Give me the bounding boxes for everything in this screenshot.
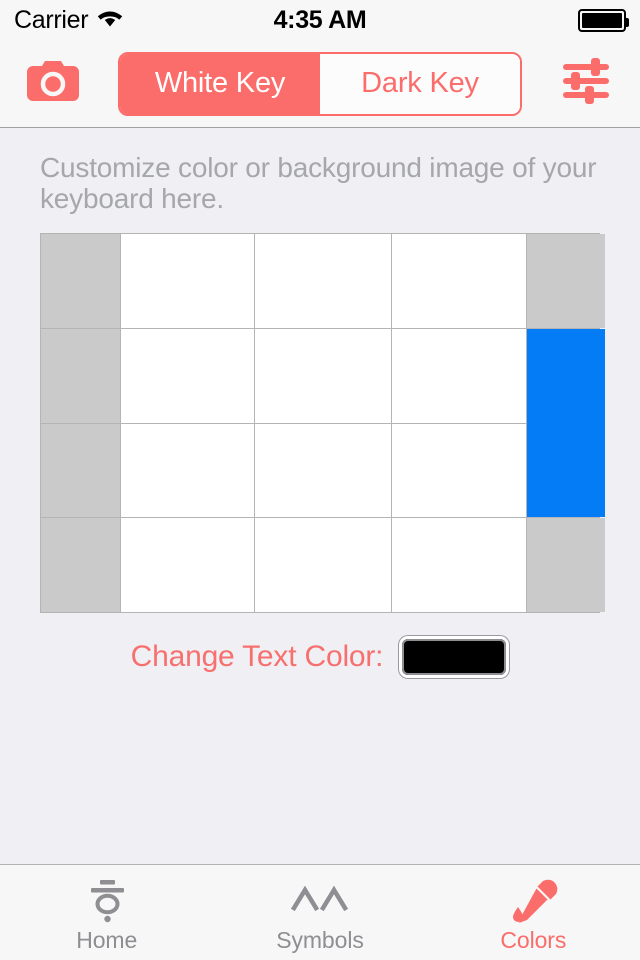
keyboard-key[interactable] (121, 234, 254, 328)
tab-label-home: Home (76, 927, 138, 953)
keyboard-key[interactable] (527, 518, 605, 612)
sliders-icon (561, 57, 613, 110)
text-color-swatch[interactable] (399, 636, 510, 678)
toolbar: White Key Dark Key (0, 40, 640, 128)
keyboard-key[interactable] (255, 234, 391, 328)
keyboard-key[interactable] (392, 423, 526, 518)
keyboard-key[interactable] (41, 234, 120, 328)
keyboard-key[interactable] (41, 423, 120, 518)
wifi-icon (97, 8, 123, 32)
status-bar-time: 4:35 AM (273, 5, 367, 34)
segment-dark-key[interactable]: Dark Key (320, 53, 520, 114)
page-description: Customize color or background image of y… (40, 152, 597, 215)
keyboard-key[interactable] (121, 328, 254, 423)
status-bar: Carrier 4:35 AM (0, 0, 640, 40)
keyboard-key[interactable] (121, 423, 254, 518)
keyboard-key[interactable] (41, 518, 120, 612)
keyboard-key[interactable] (41, 328, 120, 423)
tab-item-symbols[interactable]: Symbols (213, 865, 426, 960)
keyboard-preview-grid[interactable] (40, 233, 605, 613)
status-bar-right (366, 8, 629, 32)
tab-label-colors: Colors (500, 927, 567, 953)
change-text-color-label: Change Text Color: (130, 640, 384, 673)
keyboard-key[interactable] (255, 423, 391, 518)
camera-icon (27, 59, 79, 108)
eyedropper-icon (507, 877, 559, 925)
tab-bar: Home Symbols Colors (0, 864, 640, 960)
keyboard-key[interactable] (392, 518, 526, 612)
double-chevron-up-icon (289, 877, 351, 925)
carrier-label: Carrier (14, 5, 89, 34)
settings-button[interactable] (558, 55, 616, 113)
keyboard-key[interactable] (255, 328, 391, 423)
key-style-segmented-control[interactable]: White Key Dark Key (118, 51, 522, 116)
camera-button[interactable] (24, 55, 82, 113)
tab-item-colors[interactable]: Colors (427, 865, 640, 960)
battery-icon (578, 8, 629, 32)
tab-label-symbols: Symbols (276, 927, 364, 953)
keyboard-key[interactable] (121, 518, 254, 612)
change-text-color-row: Change Text Color: (0, 636, 640, 678)
keyboard-key[interactable] (255, 518, 391, 612)
segment-white-key[interactable]: White Key (120, 53, 320, 114)
keyboard-key-highlighted[interactable] (527, 328, 605, 518)
hangul-hieut-icon (83, 877, 131, 925)
keyboard-key[interactable] (392, 328, 526, 423)
status-bar-left: Carrier (14, 6, 274, 35)
keyboard-key[interactable] (527, 234, 605, 328)
tab-item-home[interactable]: Home (0, 865, 213, 960)
keyboard-key[interactable] (392, 234, 526, 328)
